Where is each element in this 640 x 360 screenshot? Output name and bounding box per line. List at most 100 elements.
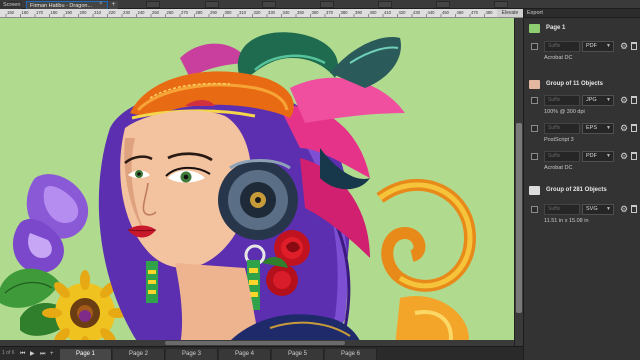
ruler-tick-label: 460: [457, 10, 465, 15]
export-checkbox[interactable]: [531, 43, 538, 50]
format-select[interactable]: PDF ▼: [582, 151, 614, 162]
last-page-icon[interactable]: ⏭: [40, 351, 45, 358]
ruler-tick-label: 230: [123, 10, 131, 15]
horizontal-ruler[interactable]: 150 160 170 180 190 200 210 220 230 240 250 260 270 2…: [0, 9, 523, 18]
export-row: Suffix SVG ▼ ⚙: [524, 204, 640, 215]
export-checkbox[interactable]: [531, 153, 538, 160]
document-tab-bar: Screen Firman Hatibu - Dragon... × +: [0, 0, 640, 9]
page-tab-1[interactable]: Page 1: [60, 349, 112, 360]
group-thumbnail: [529, 186, 540, 195]
format-select[interactable]: EPS ▼: [582, 123, 614, 134]
export-item-group-11[interactable]: Group of 11 Objects: [546, 80, 603, 89]
toolbar-button[interactable]: [378, 1, 392, 8]
chevron-down-icon: ▼: [606, 97, 611, 103]
trash-icon[interactable]: [631, 96, 637, 104]
gear-icon[interactable]: ⚙: [620, 95, 628, 106]
page-navigator: 1 of 6 ⏮ ▶ ⏭ + Page 1 Page 2 Page 3 Page…: [0, 346, 523, 360]
export-row: Suffix PDF ▼ ⚙: [524, 151, 640, 162]
export-row: Suffix JPG ▼ ⚙: [524, 95, 640, 106]
close-tab-icon[interactable]: ×: [99, 1, 103, 8]
suffix-input[interactable]: Suffix: [544, 151, 580, 162]
add-page-icon[interactable]: +: [50, 351, 54, 358]
ruler-tick-label: 320: [254, 10, 262, 15]
suffix-input[interactable]: Suffix: [544, 123, 580, 134]
toolbar-button[interactable]: [320, 1, 334, 8]
format-select[interactable]: PDF ▼: [582, 41, 614, 52]
chevron-down-icon: ▼: [606, 206, 611, 212]
ruler-tick-label: 330: [268, 10, 276, 15]
page-tab-4[interactable]: Page 4: [219, 349, 271, 360]
toolbar-button[interactable]: [205, 1, 219, 8]
toolbar-button[interactable]: [262, 1, 276, 8]
first-page-icon[interactable]: ⏮: [20, 351, 25, 358]
page-counter: 1 of 6: [2, 350, 15, 356]
page-tab-5[interactable]: Page 5: [272, 349, 324, 360]
export-description: 100% @ 300 dpi: [544, 109, 585, 115]
drawing-canvas[interactable]: [0, 18, 514, 346]
trash-icon[interactable]: [631, 205, 637, 213]
ruler-tick-label: 420: [399, 10, 407, 15]
add-tab-button[interactable]: +: [109, 1, 118, 9]
chevron-down-icon: ▼: [606, 153, 611, 159]
ruler-tick-label: 340: [283, 10, 291, 15]
chevron-down-icon: ▼: [606, 43, 611, 49]
export-item-group-281[interactable]: Group of 281 Objects: [546, 186, 607, 195]
ruler-tick-label: 440: [428, 10, 436, 15]
ruler-tick-label: 480: [486, 10, 494, 15]
ruler-tick-label: 380: [341, 10, 349, 15]
gear-icon[interactable]: ⚙: [620, 204, 628, 215]
ruler-tick-label: 220: [109, 10, 117, 15]
format-value: EPS: [586, 125, 598, 131]
ruler-tick-label: 310: [239, 10, 247, 15]
ruler-unit-label: Elevate: [497, 9, 523, 17]
export-checkbox[interactable]: [531, 125, 538, 132]
export-checkbox[interactable]: [531, 206, 538, 213]
toolbar-button[interactable]: [494, 1, 508, 8]
export-description: 11.51 in x 15.08 in: [544, 218, 589, 224]
page-thumbnail: [529, 24, 540, 33]
ruler-tick-label: 180: [51, 10, 59, 15]
suffix-input[interactable]: Suffix: [544, 204, 580, 215]
toolbar-button[interactable]: [146, 1, 160, 8]
export-panel: Export Page 1 Suffix PDF ▼ ⚙ Acrobat DC G…: [523, 9, 640, 360]
format-select[interactable]: SVG ▼: [582, 204, 614, 215]
vertical-scrollbar-thumb[interactable]: [516, 123, 522, 313]
export-description: PostScript 3: [544, 137, 574, 143]
ruler-tick-label: 360: [312, 10, 320, 15]
ruler-tick-label: 470: [471, 10, 479, 15]
export-item-page-1[interactable]: Page 1: [546, 24, 565, 33]
format-select[interactable]: JPG ▼: [582, 95, 614, 106]
format-value: PDF: [586, 153, 597, 159]
gear-icon[interactable]: ⚙: [620, 123, 628, 134]
ruler-tick-label: 190: [65, 10, 73, 15]
format-value: JPG: [586, 97, 597, 103]
ruler-tick-label: 260: [167, 10, 175, 15]
format-value: PDF: [586, 43, 597, 49]
tab-document[interactable]: Firman Hatibu - Dragon...: [26, 1, 108, 9]
ruler-tick-label: 280: [196, 10, 204, 15]
page-tab-3[interactable]: Page 3: [166, 349, 218, 360]
vertical-scrollbar[interactable]: [514, 18, 523, 346]
suffix-input[interactable]: Suffix: [544, 95, 580, 106]
ruler-tick-label: 400: [370, 10, 378, 15]
toolbar-button[interactable]: [436, 1, 450, 8]
horizontal-scrollbar-thumb[interactable]: [165, 341, 345, 345]
next-page-icon[interactable]: ▶: [30, 351, 35, 358]
trash-icon[interactable]: [631, 42, 637, 50]
export-checkbox[interactable]: [531, 97, 538, 104]
gear-icon[interactable]: ⚙: [620, 151, 628, 162]
export-row: Suffix PDF ▼ ⚙: [524, 41, 640, 52]
ruler-ticks: 150 160 170 180 190 200 210 220 230 240 250 260 270 2…: [5, 10, 494, 17]
ruler-tick-label: 250: [152, 10, 160, 15]
gear-icon[interactable]: ⚙: [620, 41, 628, 52]
trash-icon[interactable]: [631, 152, 637, 160]
ruler-tick-label: 290: [210, 10, 218, 15]
tab-screen[interactable]: Screen: [0, 1, 22, 9]
export-row: Suffix EPS ▼ ⚙: [524, 123, 640, 134]
page-tab-2[interactable]: Page 2: [113, 349, 165, 360]
ruler-tick-label: 410: [384, 10, 392, 15]
suffix-input[interactable]: Suffix: [544, 41, 580, 52]
chevron-down-icon: ▼: [606, 125, 611, 131]
page-tab-6[interactable]: Page 6: [325, 349, 377, 360]
trash-icon[interactable]: [631, 124, 637, 132]
